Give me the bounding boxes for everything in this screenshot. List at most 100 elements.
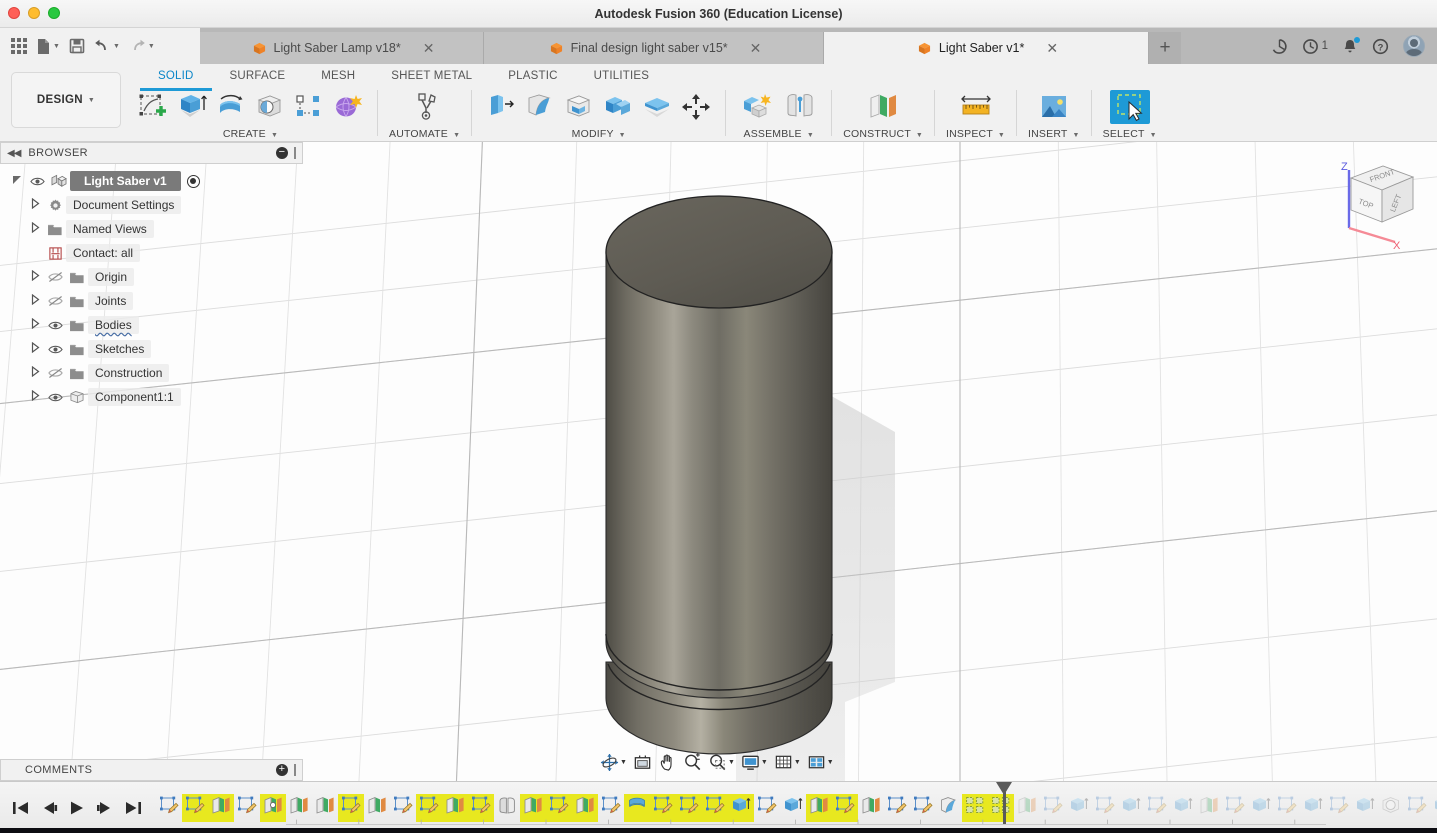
tree-node-bodies[interactable]: Bodies (0, 313, 303, 337)
timeline-feature-48[interactable] (1404, 794, 1430, 822)
timeline-feature-1[interactable] (182, 793, 208, 822)
timeline-feature-36[interactable] (1092, 794, 1118, 822)
select-button[interactable] (1109, 90, 1150, 124)
ribbon-tab-plastic[interactable]: PLASTIC (490, 67, 575, 91)
timeline-feature-45[interactable] (1326, 794, 1352, 822)
go-to-end-button[interactable] (124, 800, 142, 816)
twisty-collapsed-icon[interactable] (26, 197, 44, 212)
timeline-feature-39[interactable] (1170, 794, 1196, 822)
ribbon-tab-sheet-metal[interactable]: SHEET METAL (373, 67, 490, 91)
new-file-button[interactable]: ▼ (33, 33, 63, 59)
tree-node-root[interactable]: Light Saber v1 (0, 169, 303, 193)
timeline-feature-31[interactable] (962, 793, 988, 822)
timeline-feature-15[interactable] (546, 793, 572, 822)
visibility-toggle-icon[interactable] (44, 344, 66, 355)
go-to-beginning-button[interactable] (12, 800, 30, 816)
create-form-button[interactable] (330, 90, 366, 124)
orbit-button[interactable]: ▼ (598, 751, 629, 774)
timeline-feature-46[interactable] (1352, 794, 1378, 822)
timeline-feature-4[interactable] (260, 793, 286, 822)
timeline-feature-11[interactable] (442, 793, 468, 822)
timeline-feature-28[interactable] (884, 794, 910, 822)
timeline-feature-25[interactable] (806, 793, 832, 822)
timeline-feature-6[interactable] (312, 794, 338, 822)
hole-button[interactable] (252, 90, 288, 124)
viewports-button[interactable]: ▼ (805, 751, 836, 774)
twisty-collapsed-icon[interactable] (26, 269, 44, 284)
timeline-feature-41[interactable] (1222, 794, 1248, 822)
job-status-button[interactable]: 1 (1302, 38, 1328, 55)
fillet-button[interactable] (522, 90, 558, 124)
visibility-toggle-icon[interactable] (44, 271, 66, 283)
timeline-feature-37[interactable] (1118, 794, 1144, 822)
move-copy-button[interactable] (678, 90, 714, 124)
timeline-feature-40[interactable] (1196, 794, 1222, 822)
insert-image-button[interactable] (1034, 90, 1074, 124)
twisty-collapsed-icon[interactable] (26, 341, 44, 356)
twisty-collapsed-icon[interactable] (26, 389, 44, 404)
timeline-feature-13[interactable] (494, 794, 520, 822)
timeline-feature-33[interactable] (1014, 794, 1040, 822)
panel-resize-grip[interactable] (294, 147, 296, 159)
view-cube[interactable]: Z X FRONT TOP LEFT (1327, 150, 1431, 254)
ribbon-tab-mesh[interactable]: MESH (303, 67, 373, 91)
timeline-feature-18[interactable] (624, 793, 650, 822)
timeline-feature-42[interactable] (1248, 794, 1274, 822)
document-tab-2[interactable]: Final design light saber v15* ✕ (484, 32, 824, 64)
collapse-panel-icon[interactable]: ◀◀ (7, 148, 21, 159)
timeline-feature-17[interactable] (598, 794, 624, 822)
rectangular-pattern-button[interactable] (291, 90, 327, 124)
activate-component-radio[interactable] (186, 174, 200, 188)
offset-face-button[interactable] (639, 90, 675, 124)
visibility-toggle-icon[interactable] (44, 320, 66, 331)
timeline-feature-14[interactable] (520, 793, 546, 822)
tree-node-joints[interactable]: Joints (0, 289, 303, 313)
close-tab-icon[interactable]: ✕ (1046, 41, 1058, 55)
ribbon-tab-surface[interactable]: SURFACE (212, 67, 304, 91)
measure-button[interactable] (956, 90, 996, 124)
visibility-toggle-icon[interactable] (44, 295, 66, 307)
timeline-feature-44[interactable] (1300, 794, 1326, 822)
shell-button[interactable] (561, 90, 597, 124)
document-tab-3-active[interactable]: Light Saber v1* ✕ (824, 32, 1149, 64)
timeline-feature-2[interactable] (208, 793, 234, 822)
twisty-collapsed-icon[interactable] (26, 317, 44, 332)
document-tab-1[interactable]: Light Saber Lamp v18* ✕ (200, 32, 484, 64)
redo-button[interactable]: ▼ (126, 33, 158, 59)
grid-snaps-button[interactable]: ▼ (772, 751, 803, 774)
tree-node-component1[interactable]: Component1:1 (0, 385, 303, 409)
timeline-feature-24[interactable] (780, 794, 806, 822)
visibility-toggle-icon[interactable] (44, 367, 66, 379)
window-traffic-lights[interactable] (8, 7, 60, 19)
twisty-collapsed-icon[interactable] (26, 365, 44, 380)
tree-node-document-settings[interactable]: Document Settings (0, 193, 303, 217)
timeline-feature-34[interactable] (1040, 794, 1066, 822)
visibility-toggle-icon[interactable] (44, 392, 66, 403)
save-button[interactable] (66, 33, 88, 59)
create-sketch-button[interactable] (135, 90, 171, 124)
timeline-feature-8[interactable] (364, 794, 390, 822)
combine-button[interactable] (600, 90, 636, 124)
timeline-feature-9[interactable] (390, 794, 416, 822)
notifications-button[interactable] (1342, 36, 1360, 55)
timeline-feature-32[interactable] (988, 793, 1014, 822)
timeline-feature-7[interactable] (338, 793, 364, 822)
timeline-feature-3[interactable] (234, 794, 260, 822)
press-pull-button[interactable] (483, 90, 519, 124)
close-tab-icon[interactable]: ✕ (423, 41, 435, 55)
minimize-window-button[interactable] (28, 7, 40, 19)
zoom-button[interactable] (681, 751, 704, 774)
sync-status-button[interactable] (1271, 38, 1288, 55)
timeline-feature-16[interactable] (572, 793, 598, 822)
play-button[interactable] (68, 800, 86, 816)
account-avatar[interactable] (1403, 35, 1425, 57)
new-component-button[interactable] (737, 90, 777, 124)
display-settings-button[interactable]: ▼ (739, 751, 770, 774)
timeline-feature-43[interactable] (1274, 794, 1300, 822)
close-tab-icon[interactable]: ✕ (750, 41, 762, 55)
timeline-feature-26[interactable] (832, 793, 858, 822)
tree-node-construction[interactable]: Construction (0, 361, 303, 385)
timeline-feature-0[interactable] (156, 794, 182, 822)
help-button[interactable]: ? (1372, 38, 1389, 55)
collapse-all-button[interactable]: − (276, 147, 288, 159)
